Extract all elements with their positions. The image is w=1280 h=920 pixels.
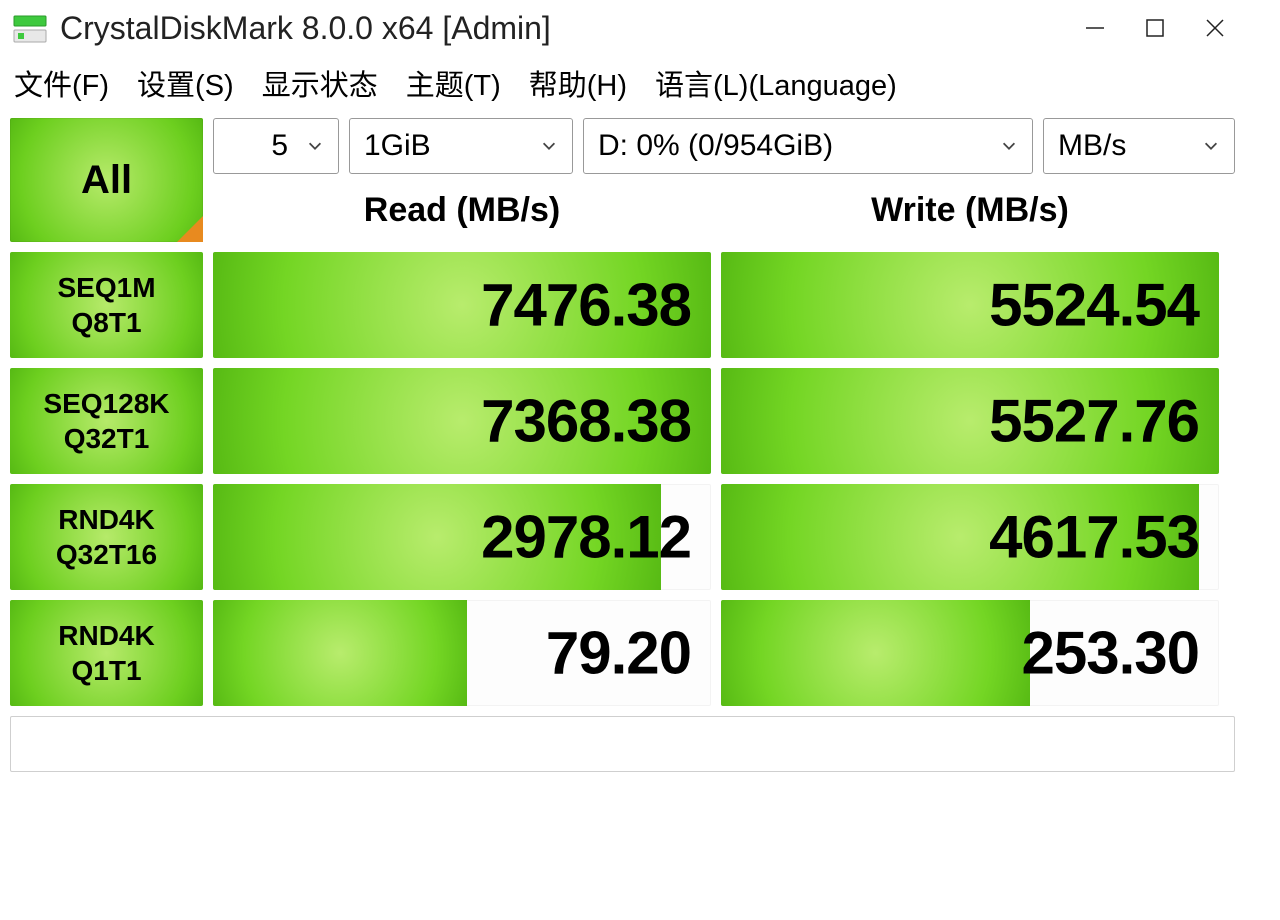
test-button-3[interactable]: RND4KQ1T1 [10,600,203,706]
write-value: 5527.76 [989,387,1199,456]
test-size-select[interactable]: 1GiB [349,118,573,174]
menu-settings[interactable]: 设置(S) [137,62,234,104]
read-score: 7476.38 [213,252,711,358]
read-fill [213,600,467,706]
menu-display[interactable]: 显示状态 [262,62,378,104]
read-score: 7368.38 [213,368,711,474]
drive-value: D: 0% (0/954GiB) [598,129,833,163]
close-button[interactable] [1185,6,1245,50]
unit-select[interactable]: MB/s [1043,118,1235,174]
maximize-button[interactable] [1125,6,1185,50]
chevron-down-icon [306,129,324,163]
write-score: 5524.54 [721,252,1219,358]
drive-select[interactable]: D: 0% (0/954GiB) [583,118,1033,174]
window-title: CrystalDiskMark 8.0.0 x64 [Admin] [60,10,1065,47]
test-row: SEQ1MQ8T1 7476.38 5524.54 [10,252,1235,358]
test-row: RND4KQ1T1 79.20 253.30 [10,600,1235,706]
status-row [10,716,1235,772]
read-score: 79.20 [213,600,711,706]
menubar: 文件(F) 设置(S) 显示状态 主题(T) 帮助(H) 语言(L)(Langu… [0,56,1245,118]
test-button-0[interactable]: SEQ1MQ8T1 [10,252,203,358]
unit-value: MB/s [1058,129,1126,163]
chevron-down-icon [1000,129,1018,163]
menu-language[interactable]: 语言(L)(Language) [655,62,897,104]
test-count-value: 5 [271,129,288,163]
menu-theme[interactable]: 主题(T) [406,62,501,104]
run-all-label: All [81,158,132,203]
close-icon [1202,15,1228,41]
write-value: 5524.54 [989,271,1199,340]
test-label-line2: Q32T1 [64,421,150,456]
test-label-line2: Q8T1 [71,305,141,340]
menu-file[interactable]: 文件(F) [14,62,109,104]
write-value: 4617.53 [989,503,1199,572]
write-fill [721,600,1030,706]
header-read: Read (MB/s) [213,182,711,238]
test-row: RND4KQ32T16 2978.12 4617.53 [10,484,1235,590]
header-write: Write (MB/s) [721,182,1219,238]
write-score: 5527.76 [721,368,1219,474]
test-label-line1: SEQ1M [57,270,155,305]
write-score: 253.30 [721,600,1219,706]
read-value: 7368.38 [481,387,691,456]
test-row: SEQ128KQ32T1 7368.38 5527.76 [10,368,1235,474]
run-all-button[interactable]: All [10,118,203,242]
test-label-line1: RND4K [58,502,154,537]
minimize-button[interactable] [1065,6,1125,50]
test-count-select[interactable]: 5 [213,118,339,174]
titlebar: CrystalDiskMark 8.0.0 x64 [Admin] [0,0,1245,56]
read-score: 2978.12 [213,484,711,590]
app-icon [12,10,48,46]
write-value: 253.30 [1021,619,1199,688]
column-headers: Read (MB/s) Write (MB/s) [213,182,1235,238]
test-size-value: 1GiB [364,129,431,163]
test-button-2[interactable]: RND4KQ32T16 [10,484,203,590]
status-bar [10,716,1235,772]
write-score: 4617.53 [721,484,1219,590]
read-value: 2978.12 [481,503,691,572]
test-button-1[interactable]: SEQ128KQ32T1 [10,368,203,474]
maximize-icon [1144,17,1166,39]
app-window: CrystalDiskMark 8.0.0 x64 [Admin] 文件(F) … [0,0,1245,792]
results-grid: All 5 1GiB D: 0% (0/954GiB) [0,118,1245,792]
controls-right: 5 1GiB D: 0% (0/954GiB) MB/s [213,118,1235,242]
dropdowns: 5 1GiB D: 0% (0/954GiB) MB/s [213,118,1235,174]
read-value: 79.20 [546,619,691,688]
test-label-line1: RND4K [58,618,154,653]
test-label-line2: Q1T1 [71,653,141,688]
read-value: 7476.38 [481,271,691,340]
chevron-down-icon [1202,129,1220,163]
test-label-line1: SEQ128K [43,386,169,421]
test-label-line2: Q32T16 [56,537,157,572]
minimize-icon [1082,15,1108,41]
window-controls [1065,6,1245,50]
menu-help[interactable]: 帮助(H) [529,62,627,104]
chevron-down-icon [540,129,558,163]
controls-row: All 5 1GiB D: 0% (0/954GiB) [10,118,1235,242]
